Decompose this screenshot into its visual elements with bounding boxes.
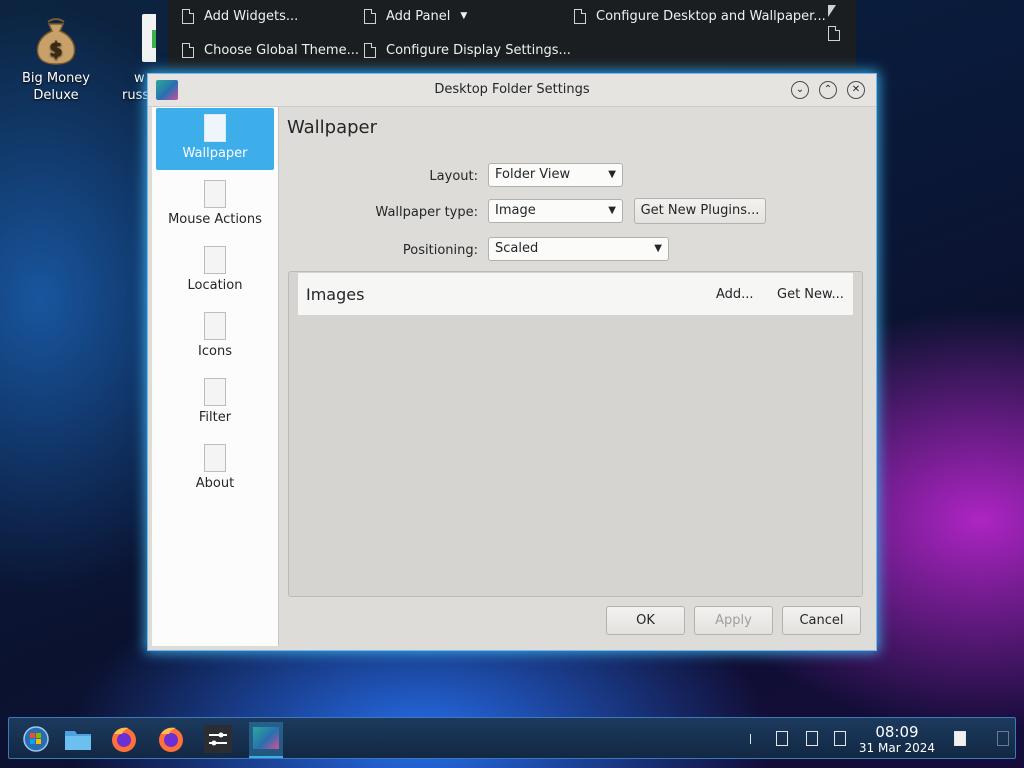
menu-item-configure-display[interactable]: Configure Display Settings... <box>364 39 571 61</box>
page-icon <box>204 180 226 208</box>
cursor-icon <box>828 5 836 17</box>
chevron-down-icon: ▼ <box>608 169 616 180</box>
page-icon <box>204 444 226 472</box>
desktop-folder-settings-dialog: Desktop Folder Settings ⌄ ⌃ ✕ Wallpaper … <box>148 74 876 650</box>
sidebar-item-label: Location <box>187 278 243 293</box>
title-bar[interactable]: Desktop Folder Settings ⌄ ⌃ ✕ <box>148 74 876 107</box>
settings-sidebar: Wallpaper Mouse Actions Location Icons F… <box>152 107 279 646</box>
document-icon[interactable] <box>806 731 818 746</box>
document-icon <box>182 8 194 24</box>
sidebar-item-icons[interactable]: Icons <box>156 306 274 368</box>
cancel-button[interactable]: Cancel <box>782 606 861 635</box>
sidebar-item-about[interactable]: About <box>156 438 274 500</box>
document-icon <box>828 26 840 41</box>
desktop-icon-label: russ <box>122 88 150 103</box>
firefox-icon[interactable] <box>156 724 186 754</box>
desktop-icon-big-money-deluxe[interactable]: $ Big Money Deluxe <box>8 14 104 104</box>
images-panel-title: Images <box>306 285 365 304</box>
ok-button[interactable]: OK <box>606 606 685 635</box>
clock-time: 08:09 <box>875 723 919 741</box>
clock-date: 31 Mar 2024 <box>858 741 935 755</box>
menu-item-label: Add Widgets... <box>204 8 299 24</box>
show-desktop-icon[interactable] <box>997 731 1009 746</box>
positioning-label: Positioning: <box>402 243 478 258</box>
menu-item-label: Choose Global Theme... <box>204 42 359 58</box>
get-new-plugins-button[interactable]: Get New Plugins... <box>634 198 766 224</box>
document-icon[interactable] <box>834 731 846 746</box>
sidebar-item-label: Mouse Actions <box>168 212 262 227</box>
sidebar-item-label: Icons <box>198 344 232 359</box>
file-icon <box>142 14 156 66</box>
desktop-icon-label: Deluxe <box>33 88 79 103</box>
dialog-title: Desktop Folder Settings <box>434 82 590 97</box>
images-panel-header: Images Add... Get New... <box>298 273 853 315</box>
images-panel: Images Add... Get New... <box>288 271 863 597</box>
menu-item-label: Add Panel <box>386 8 451 24</box>
desktop-icon-partial[interactable]: w russ <box>96 14 156 104</box>
desktop-icon-label: w <box>134 71 145 86</box>
submenu-arrow-icon: ▼ <box>460 11 468 21</box>
page-icon <box>204 246 226 274</box>
clock[interactable]: 08:09 31 Mar 2024 <box>859 723 935 755</box>
menu-item-label: Configure Display Settings... <box>386 42 571 58</box>
menu-item-add-panel[interactable]: Add Panel ▼ <box>364 5 467 27</box>
chevron-down-icon: ▼ <box>654 243 662 254</box>
document-icon <box>364 42 376 58</box>
svg-text:$: $ <box>49 37 63 61</box>
file-manager-icon[interactable] <box>63 724 93 754</box>
menu-item-label: Configure Desktop and Wallpaper... <box>596 8 826 24</box>
page-icon <box>204 312 226 340</box>
positioning-select[interactable]: Scaled ▼ <box>488 237 669 261</box>
layout-select[interactable]: Folder View ▼ <box>488 163 623 187</box>
document-icon <box>574 8 586 24</box>
layout-select-value: Folder View <box>495 167 571 182</box>
close-button[interactable]: ✕ <box>847 81 865 99</box>
get-new-wallpapers-button[interactable]: Get New... <box>777 287 844 302</box>
sidebar-item-label: Wallpaper <box>182 146 248 161</box>
menu-item-choose-global-theme[interactable]: Choose Global Theme... <box>182 39 359 61</box>
chevron-down-icon: ▼ <box>608 205 616 216</box>
settings-content: Wallpaper Layout: Folder View ▼ Wallpape… <box>279 107 876 650</box>
minimize-button[interactable]: ⌄ <box>791 81 809 99</box>
sidebar-item-label: About <box>195 476 235 491</box>
page-icon <box>204 378 226 406</box>
document-icon <box>364 8 376 24</box>
money-bag-icon: $ <box>32 14 80 66</box>
desktop-settings-task-icon[interactable] <box>249 722 283 758</box>
sidebar-item-location[interactable]: Location <box>156 240 274 302</box>
wallpaper-type-select-value: Image <box>495 203 536 218</box>
wallpaper-type-select[interactable]: Image ▼ <box>488 199 623 223</box>
layout-label: Layout: <box>429 169 478 184</box>
desktop-icon-label: Big Money <box>21 71 90 86</box>
firefox-icon[interactable] <box>109 724 139 754</box>
maximize-button[interactable]: ⌃ <box>819 81 837 99</box>
page-icon <box>204 114 226 142</box>
wallpaper-type-label: Wallpaper type: <box>375 205 478 220</box>
sidebar-item-wallpaper[interactable]: Wallpaper <box>156 108 274 170</box>
menu-item-add-widgets[interactable]: Add Widgets... <box>182 5 298 27</box>
add-image-button[interactable]: Add... <box>716 287 754 302</box>
menu-item-configure-desktop[interactable]: Configure Desktop and Wallpaper... <box>574 5 826 27</box>
apply-button[interactable]: Apply <box>694 606 773 635</box>
document-icon[interactable] <box>776 731 788 746</box>
taskbar: 08:09 31 Mar 2024 <box>8 717 1016 759</box>
tray-separator <box>750 734 751 744</box>
system-settings-icon[interactable] <box>203 724 233 754</box>
sidebar-item-filter[interactable]: Filter <box>156 372 274 434</box>
start-menu-icon[interactable] <box>21 724 51 754</box>
desktop-context-menu: Add Widgets... Add Panel ▼ Configure Des… <box>168 0 856 68</box>
page-title: Wallpaper <box>287 117 378 138</box>
sidebar-item-label: Filter <box>198 410 232 425</box>
document-icon <box>182 42 194 58</box>
positioning-select-value: Scaled <box>495 241 539 256</box>
document-icon[interactable] <box>954 731 966 746</box>
sidebar-item-mouse-actions[interactable]: Mouse Actions <box>156 174 274 236</box>
